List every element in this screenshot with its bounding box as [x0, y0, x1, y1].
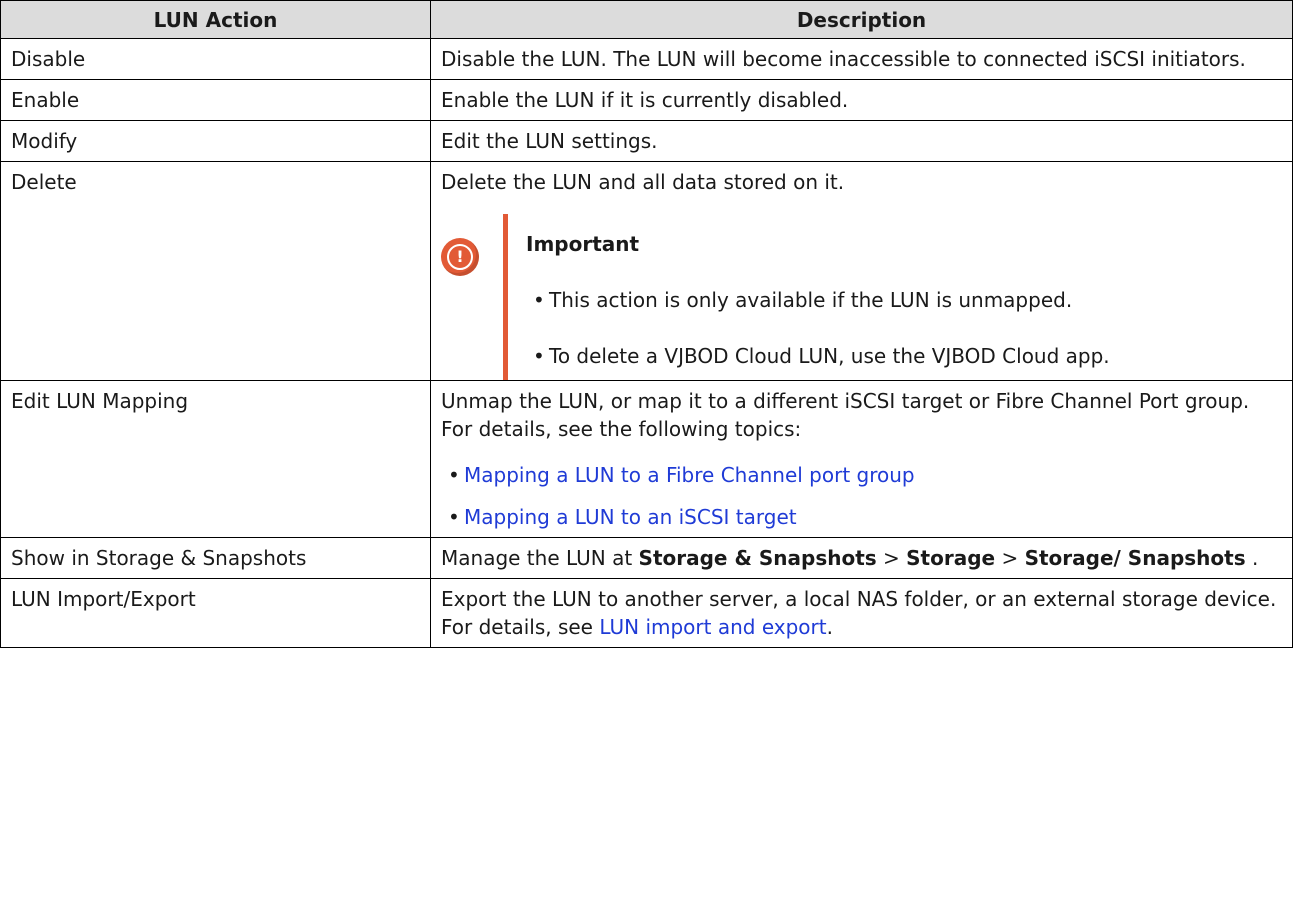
table-row: Disable Disable the LUN. The LUN will be…	[0, 38, 1293, 80]
description-text: Delete the LUN and all data stored on it…	[441, 170, 845, 194]
description-suffix: .	[1245, 546, 1259, 570]
table-row: LUN Import/Export Export the LUN to anot…	[0, 578, 1293, 648]
description-cell: Edit the LUN settings.	[430, 120, 1293, 162]
description-text: Export the LUN to another server, a loca…	[441, 587, 1277, 611]
description-cell: Disable the LUN. The LUN will become ina…	[430, 38, 1293, 80]
important-note: ! Important This action is only availabl…	[441, 214, 1282, 380]
description-text: Unmap the LUN, or map it to a different …	[441, 389, 1250, 413]
action-cell: Edit LUN Mapping	[0, 380, 431, 538]
link-lun-import-export[interactable]: LUN import and export	[599, 615, 826, 639]
table-row: Delete Delete the LUN and all data store…	[0, 161, 1293, 381]
link-iscsi-target-mapping[interactable]: Mapping a LUN to an iSCSI target	[464, 505, 797, 529]
note-accent-bar	[503, 214, 508, 380]
action-cell: Show in Storage & Snapshots	[0, 537, 431, 579]
path-storage: Storage	[906, 546, 996, 570]
lun-actions-table: LUN Action Description Disable Disable t…	[0, 0, 1293, 648]
column-header-description: Description	[430, 0, 1293, 39]
details-line: For details, see LUN import and export.	[441, 613, 1282, 641]
list-item: This action is only available if the LUN…	[526, 286, 1282, 314]
details-prefix: For details, see	[441, 615, 600, 639]
action-cell: Disable	[0, 38, 431, 80]
table-row: Enable Enable the LUN if it is currently…	[0, 79, 1293, 121]
path-storage-snapshots-page: Storage/ Snapshots	[1024, 546, 1246, 570]
topic-links-list: Mapping a LUN to a Fibre Channel port gr…	[441, 461, 1282, 531]
details-intro: For details, see the following topics:	[441, 417, 802, 441]
action-cell: Delete	[0, 161, 431, 381]
exclamation-icon: !	[441, 238, 479, 276]
description-cell: Export the LUN to another server, a loca…	[430, 578, 1293, 648]
details-suffix: .	[826, 615, 833, 639]
column-header-lun-action: LUN Action	[0, 0, 431, 39]
list-item: Mapping a LUN to an iSCSI target	[441, 503, 1282, 531]
action-cell: Enable	[0, 79, 431, 121]
path-storage-snapshots: Storage & Snapshots	[638, 546, 877, 570]
action-cell: Modify	[0, 120, 431, 162]
description-cell: Enable the LUN if it is currently disabl…	[430, 79, 1293, 121]
note-list: This action is only available if the LUN…	[526, 286, 1282, 370]
action-cell: LUN Import/Export	[0, 578, 431, 648]
list-item: Mapping a LUN to a Fibre Channel port gr…	[441, 461, 1282, 489]
description-prefix: Manage the LUN at	[441, 546, 639, 570]
list-item: To delete a VJBOD Cloud LUN, use the VJB…	[526, 342, 1282, 370]
table-header-row: LUN Action Description	[0, 0, 1293, 39]
table-row: Edit LUN Mapping Unmap the LUN, or map i…	[0, 380, 1293, 538]
path-separator: >	[995, 546, 1025, 570]
description-cell: Delete the LUN and all data stored on it…	[430, 161, 1293, 381]
path-separator: >	[876, 546, 907, 570]
link-fibre-channel-mapping[interactable]: Mapping a LUN to a Fibre Channel port gr…	[464, 463, 915, 487]
table-row: Modify Edit the LUN settings.	[0, 120, 1293, 162]
note-title: Important	[526, 232, 640, 256]
description-cell: Unmap the LUN, or map it to a different …	[430, 380, 1293, 538]
description-cell: Manage the LUN at Storage & Snapshots > …	[430, 537, 1293, 579]
table-row: Show in Storage & Snapshots Manage the L…	[0, 537, 1293, 579]
